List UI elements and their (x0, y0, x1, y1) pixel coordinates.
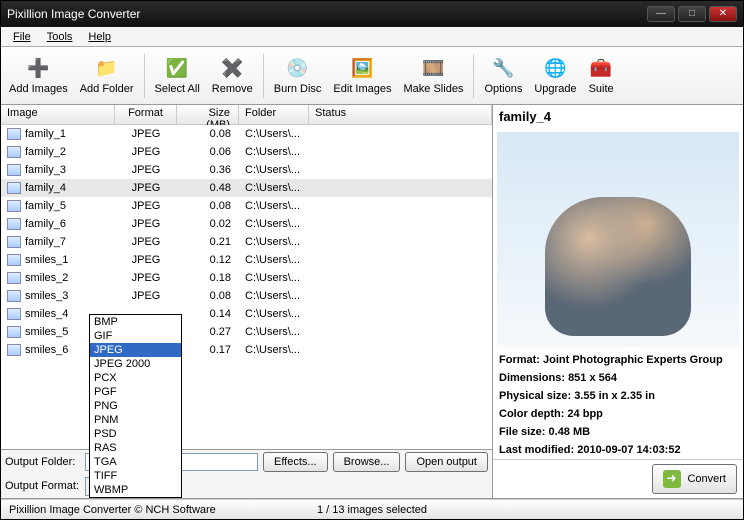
minimize-button[interactable]: — (647, 6, 675, 22)
edit-images-button[interactable]: 🖼️Edit Images (327, 55, 397, 97)
status-selection: 1 / 13 images selected (317, 504, 427, 516)
toolbar: ➕Add Images 📁Add Folder ✅Select All ✖️Re… (1, 47, 743, 105)
table-row[interactable]: family_7JPEG0.21C:\Users\... (1, 233, 492, 251)
output-folder-label: Output Folder: (5, 456, 85, 468)
dropdown-option[interactable]: TGA (90, 455, 181, 469)
suite-button[interactable]: 🧰Suite (583, 55, 620, 97)
col-format[interactable]: Format (115, 105, 177, 124)
table-row[interactable]: smiles_1JPEG0.12C:\Users\... (1, 251, 492, 269)
col-image[interactable]: Image (1, 105, 115, 124)
convert-button[interactable]: Convert (652, 464, 737, 494)
col-folder[interactable]: Folder (239, 105, 309, 124)
status-left: Pixillion Image Converter © NCH Software (9, 504, 317, 516)
check-icon: ✅ (165, 57, 189, 81)
table-row[interactable]: smiles_40.14C:\Users\... (1, 305, 492, 323)
file-icon (7, 200, 21, 212)
table-row[interactable]: family_5JPEG0.08C:\Users\... (1, 197, 492, 215)
edit-icon: 🖼️ (350, 57, 374, 81)
menu-file[interactable]: File (5, 29, 39, 45)
file-icon (7, 290, 21, 302)
dropdown-option[interactable]: JPEG (90, 343, 181, 357)
col-size[interactable]: Size (MB) (177, 105, 239, 124)
slides-icon: 🎞️ (421, 57, 445, 81)
browse-button[interactable]: Browse... (333, 452, 401, 472)
globe-icon: 🌐 (543, 57, 567, 81)
maximize-button[interactable]: □ (678, 6, 706, 22)
effects-button[interactable]: Effects... (263, 452, 328, 472)
select-all-button[interactable]: ✅Select All (149, 55, 206, 97)
dropdown-option[interactable]: TIFF (90, 469, 181, 483)
preview-physical-size: Physical size: 3.55 in x 2.35 in (493, 387, 743, 405)
preview-format: Format: Joint Photographic Experts Group (493, 351, 743, 369)
table-row[interactable]: smiles_3JPEG0.08C:\Users\... (1, 287, 492, 305)
file-icon (7, 218, 21, 230)
preview-name: family_4 (493, 105, 743, 128)
col-status[interactable]: Status (309, 105, 492, 124)
table-row[interactable]: family_6JPEG0.02C:\Users\... (1, 215, 492, 233)
file-icon (7, 272, 21, 284)
options-button[interactable]: 🔧Options (478, 55, 528, 97)
burn-disc-button[interactable]: 💿Burn Disc (268, 55, 328, 97)
plus-icon: ➕ (26, 57, 50, 81)
add-images-button[interactable]: ➕Add Images (3, 55, 74, 97)
menu-help[interactable]: Help (80, 29, 119, 45)
list-header: Image Format Size (MB) Folder Status (1, 105, 492, 125)
dropdown-option[interactable]: PNM (90, 413, 181, 427)
folder-icon: 📁 (95, 57, 119, 81)
make-slides-button[interactable]: 🎞️Make Slides (398, 55, 470, 97)
convert-icon (663, 470, 681, 488)
file-icon (7, 326, 21, 338)
table-row[interactable]: smiles_2JPEG0.18C:\Users\... (1, 269, 492, 287)
file-icon (7, 254, 21, 266)
file-icon (7, 308, 21, 320)
disc-icon: 💿 (286, 57, 310, 81)
titlebar[interactable]: Pixillion Image Converter — □ ✕ (1, 1, 743, 27)
table-row[interactable]: family_3JPEG0.36C:\Users\... (1, 161, 492, 179)
add-folder-button[interactable]: 📁Add Folder (74, 55, 140, 97)
window-title: Pixillion Image Converter (7, 7, 644, 21)
dropdown-option[interactable]: PGF (90, 385, 181, 399)
file-icon (7, 236, 21, 248)
dropdown-option[interactable]: PNG (90, 399, 181, 413)
dropdown-option[interactable]: JPEG 2000 (90, 357, 181, 371)
file-icon (7, 128, 21, 140)
gear-icon: 🔧 (491, 57, 515, 81)
file-icon (7, 164, 21, 176)
open-output-button[interactable]: Open output (405, 452, 488, 472)
dropdown-option[interactable]: BMP (90, 315, 181, 329)
dropdown-option[interactable]: GIF (90, 329, 181, 343)
preview-color-depth: Color depth: 24 bpp (493, 405, 743, 423)
dropdown-option[interactable]: WBMP (90, 483, 181, 497)
format-dropdown-popup[interactable]: BMPGIFJPEGJPEG 2000PCXPGFPNGPNMPSDRASTGA… (89, 314, 182, 498)
preview-image (497, 132, 739, 347)
file-icon (7, 344, 21, 356)
dropdown-option[interactable]: PSD (90, 427, 181, 441)
menubar: File Tools Help (1, 27, 743, 47)
output-format-label: Output Format: (5, 480, 85, 492)
upgrade-button[interactable]: 🌐Upgrade (528, 55, 582, 97)
suite-icon: 🧰 (589, 57, 613, 81)
file-icon (7, 146, 21, 158)
table-row[interactable]: family_4JPEG0.48C:\Users\... (1, 179, 492, 197)
preview-panel: family_4 Format: Joint Photographic Expe… (493, 105, 743, 498)
table-row[interactable]: family_2JPEG0.06C:\Users\... (1, 143, 492, 161)
status-bar: Pixillion Image Converter © NCH Software… (1, 499, 743, 519)
table-row[interactable]: family_1JPEG0.08C:\Users\... (1, 125, 492, 143)
remove-button[interactable]: ✖️Remove (206, 55, 259, 97)
file-list[interactable]: family_1JPEG0.08C:\Users\...family_2JPEG… (1, 125, 492, 449)
table-row[interactable]: smiles_50.27C:\Users\... (1, 323, 492, 341)
file-icon (7, 182, 21, 194)
remove-icon: ✖️ (220, 57, 244, 81)
dropdown-option[interactable]: PCX (90, 371, 181, 385)
dropdown-option[interactable]: RAS (90, 441, 181, 455)
preview-last-modified: Last modified: 2010-09-07 14:03:52 (493, 441, 743, 459)
preview-dimensions: Dimensions: 851 x 564 (493, 369, 743, 387)
preview-file-size: File size: 0.48 MB (493, 423, 743, 441)
table-row[interactable]: smiles_60.17C:\Users\... (1, 341, 492, 359)
close-button[interactable]: ✕ (709, 6, 737, 22)
menu-tools[interactable]: Tools (39, 29, 81, 45)
